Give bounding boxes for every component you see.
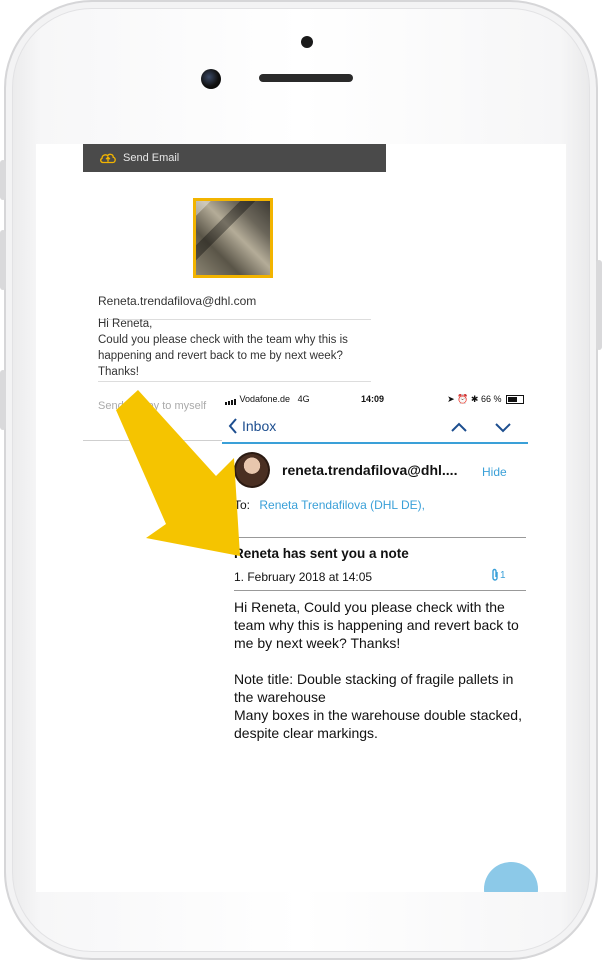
- volume-down-button: [0, 370, 6, 430]
- hide-details-button[interactable]: Hide: [482, 465, 507, 479]
- mail-body-paragraph: Hi Reneta, Could you please check with t…: [234, 599, 519, 651]
- status-time: 14:09: [361, 394, 385, 404]
- sender-address[interactable]: reneta.trendafilova@dhl....: [282, 462, 457, 478]
- divider: [234, 537, 526, 538]
- network-type: 4G: [297, 394, 310, 404]
- alarm-icon: ⏰: [457, 394, 469, 404]
- mail-date: 1. February 2018 at 14:05: [234, 570, 373, 584]
- mail-body-paragraph: Many boxes in the warehouse double stack…: [234, 707, 522, 741]
- proximity-sensor: [301, 36, 313, 48]
- composer-email: Reneta.trendafilova@dhl.com: [98, 294, 257, 308]
- chevron-up-icon[interactable]: [448, 418, 470, 436]
- composer-body-line: Thanks!: [98, 366, 139, 378]
- location-icon: ➤: [447, 394, 455, 404]
- paperclip-icon: [492, 568, 498, 581]
- attachment-count: 1: [500, 569, 506, 581]
- composer-body[interactable]: Hi Reneta, Could you please check with t…: [98, 316, 378, 380]
- cloud-upload-icon: [100, 153, 116, 164]
- power-button: [596, 260, 602, 350]
- divider: [234, 590, 526, 591]
- battery-percent: 66 %: [480, 394, 502, 404]
- send-email-bar[interactable]: Send Email: [83, 144, 386, 172]
- warehouse-photo: [196, 201, 270, 275]
- mail-body-paragraph: Note title: Double stacking of fragile p…: [234, 671, 514, 705]
- divider: [98, 381, 371, 382]
- bluetooth-icon: ✱: [470, 394, 479, 404]
- recipient[interactable]: Reneta Trendafilova (DHL DE),: [259, 498, 425, 512]
- annotation-arrow: [116, 390, 240, 556]
- attachment-thumbnail[interactable]: [193, 198, 273, 278]
- chevron-down-icon[interactable]: [492, 418, 514, 436]
- composer-body-line: Could you please check with the team why…: [98, 334, 348, 346]
- attachment-indicator[interactable]: 1: [490, 568, 506, 582]
- mail-body: Hi Reneta, Could you please check with t…: [234, 598, 526, 742]
- earpiece-speaker: [259, 74, 353, 82]
- front-camera: [201, 69, 221, 89]
- battery-icon: [506, 395, 524, 405]
- volume-up-button: [0, 230, 6, 290]
- composer-body-line: happening and revert back to me by next …: [98, 350, 343, 362]
- status-right: ➤ ⏰ ✱ 66 %: [447, 394, 524, 405]
- send-email-label: Send Email: [123, 152, 180, 164]
- silent-switch: [0, 160, 6, 200]
- composer-body-line: Hi Reneta,: [98, 318, 153, 330]
